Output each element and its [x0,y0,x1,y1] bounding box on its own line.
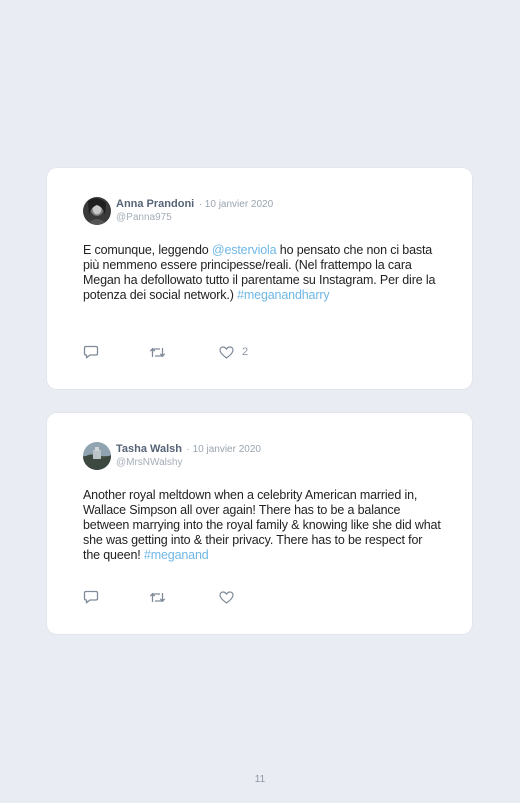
avatar[interactable] [83,442,111,470]
reply-icon [83,345,99,359]
hashtag-link[interactable]: #meganand [144,548,209,562]
heart-icon [219,590,234,604]
tweet-actions: 2 [83,344,283,360]
mention-link[interactable]: @esterviola [212,243,277,257]
retweet-icon [149,592,166,602]
author-handle[interactable]: @Panna975 [116,212,273,224]
hashtag-link[interactable]: #meganandharry [237,288,330,302]
reply-button[interactable] [83,589,99,605]
tweet-text: Another royal meltdown when a celebrity … [83,488,441,563]
tweet-text: E comunque, leggendo @esterviola ho pens… [83,243,441,303]
page-number: 11 [254,774,266,785]
tweet-header: Anna Prandoni · 10 janvier 2020 @Panna97… [116,197,273,224]
tweet-date: · 10 janvier 2020 [186,444,261,455]
tweet-header: Tasha Walsh · 10 janvier 2020 @MrsNWalsh… [116,442,261,469]
tweet-date: · 10 janvier 2020 [198,199,274,210]
author-name[interactable]: Anna Prandoni [116,198,194,210]
retweet-button[interactable] [149,344,166,360]
heart-icon [219,345,234,359]
like-button[interactable] [219,589,242,605]
like-count: 2 [242,346,249,358]
like-button[interactable]: 2 [219,344,248,360]
reply-icon [83,590,99,604]
reply-button[interactable] [83,344,99,360]
retweet-button[interactable] [149,589,166,605]
tweet-actions [83,589,283,605]
author-name[interactable]: Tasha Walsh [116,443,182,455]
retweet-icon [149,347,166,357]
author-handle[interactable]: @MrsNWalshy [116,457,261,469]
tweet-card: Tasha Walsh · 10 janvier 2020 @MrsNWalsh… [47,413,472,634]
avatar[interactable] [83,197,111,225]
tweet-text-segment: Another royal meltdown when a celebrity … [83,488,441,562]
tweet-text-segment: E comunque, leggendo [83,243,212,257]
tweet-card: Anna Prandoni · 10 janvier 2020 @Panna97… [47,168,472,389]
